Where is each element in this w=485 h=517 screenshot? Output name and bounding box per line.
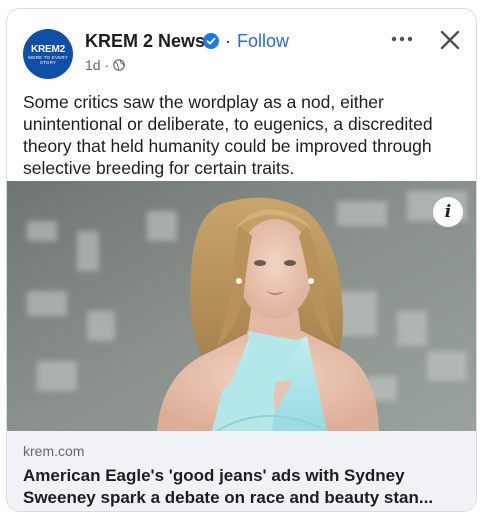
- post-card: KREM2 MORE TO EVERY STORY KREM 2 News · …: [6, 8, 477, 512]
- link-domain: krem.com: [23, 443, 85, 459]
- info-icon[interactable]: i: [433, 197, 463, 227]
- link-headline[interactable]: American Eagle's 'good jeans' ads with S…: [23, 465, 467, 509]
- page-name[interactable]: KREM 2 News: [85, 31, 205, 52]
- avatar-logo-text: KREM2: [30, 43, 65, 55]
- avatar-logo-subtext: MORE TO EVERY STORY: [28, 54, 68, 65]
- verified-badge-icon: [203, 33, 219, 49]
- globe-icon: [113, 59, 125, 71]
- name-separator: ·: [225, 31, 231, 51]
- page-avatar[interactable]: KREM2 MORE TO EVERY STORY: [23, 29, 73, 79]
- post-meta: 1d ·: [85, 57, 125, 73]
- post-header: KREM2 MORE TO EVERY STORY KREM 2 News · …: [7, 9, 476, 85]
- link-preview[interactable]: krem.com American Eagle's 'good jeans' a…: [7, 431, 476, 511]
- close-icon[interactable]: [437, 27, 463, 53]
- follow-button[interactable]: Follow: [237, 31, 289, 52]
- post-photo[interactable]: [7, 181, 476, 431]
- photo-illustration: [7, 181, 476, 431]
- more-options-icon[interactable]: [389, 29, 415, 49]
- post-text: Some critics saw the wordplay as a nod, …: [23, 92, 433, 178]
- post-time[interactable]: 1d ·: [85, 57, 109, 73]
